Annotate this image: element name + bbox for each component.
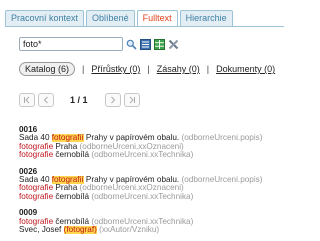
result-line: fotografie Praha (odborneUrceni.xxOznace…: [19, 184, 284, 192]
filter-separator: |: [82, 64, 85, 74]
field-source: (odborneUrceni.xxTechnika): [89, 217, 194, 226]
result-item[interactable]: 0009 fotografie černobílá (odborneUrceni.…: [19, 208, 284, 235]
previous-page-button[interactable]: [38, 93, 54, 107]
matched-term: fotografie: [19, 151, 54, 160]
result-line: fotografie černobílá (odborneUrceni.xxTe…: [19, 151, 284, 159]
tab-hierarchie[interactable]: Hierarchie: [179, 10, 233, 26]
result-text: Sada 40: [19, 176, 52, 185]
matched-term: fotografie: [19, 217, 54, 226]
highlighted-match: fotografií: [51, 176, 84, 185]
result-id[interactable]: 0009: [19, 208, 284, 217]
search-toolbar: [126, 38, 179, 50]
matched-term: fotografie: [19, 142, 54, 151]
filter-separator: |: [147, 64, 150, 74]
matched-term: fotografie: [19, 184, 54, 193]
page-info: 1 / 1: [70, 95, 88, 105]
highlighted-match: fotografií: [51, 134, 84, 143]
list-icon[interactable]: [140, 38, 151, 50]
result-line: Švec, Josef (fotograf) (xxAutor/Vzniku): [19, 226, 284, 235]
first-page-icon: [24, 96, 30, 104]
field-source: (odborneUrceni.popis): [179, 134, 263, 143]
result-line: Sada 40 fotografií Prahy v papírovém oba…: [19, 176, 284, 185]
clear-icon[interactable]: [168, 39, 179, 50]
filter-zasahy[interactable]: Zásahy (0): [157, 64, 200, 74]
result-text: černobílá: [53, 151, 90, 160]
result-text: černobílá: [53, 192, 90, 201]
filter-dokumenty[interactable]: Dokumenty (0): [216, 64, 275, 74]
field-source: (odborneUrceni.xxOznaceni): [77, 184, 184, 193]
results-list: 0016 Sada 40 fotografií Prahy v papírovém…: [19, 125, 284, 241]
result-line: fotografie černobílá (odborneUrceni.xxTe…: [19, 218, 284, 226]
pager: 1 / 1: [19, 93, 143, 107]
field-source: (odborneUrceni.xxTechnika): [89, 151, 194, 160]
field-source: (odborneUrceni.xxTechnika): [89, 192, 194, 201]
field-source: (odborneUrceni.xxOznaceni): [77, 142, 184, 151]
first-page-button[interactable]: [19, 93, 35, 107]
matched-term: fotografie: [19, 192, 54, 201]
next-page-button[interactable]: [104, 93, 121, 107]
last-page-icon: [129, 96, 135, 104]
filter-katalog[interactable]: Katalog (6): [19, 62, 76, 76]
search-icon[interactable]: [126, 39, 137, 50]
result-text: Sada 40: [19, 134, 52, 143]
chevron-right-icon: [110, 96, 115, 104]
result-item[interactable]: 0026 Sada 40 fotografií Prahy v papírovém…: [19, 167, 284, 202]
search-input[interactable]: [19, 37, 123, 51]
last-page-button[interactable]: [123, 93, 140, 107]
filter-separator: |: [206, 64, 210, 74]
tab-bar: Pracovní kontext Oblíbené Fulltext Hiera…: [5, 10, 233, 27]
tab-divider: [5, 26, 284, 27]
result-text: Prahy v papírovém obalu.: [83, 176, 180, 185]
search-row: [19, 37, 179, 51]
result-item[interactable]: 0016 Sada 40 fotografií Prahy v papírovém…: [19, 125, 284, 160]
result-text: Praha: [53, 142, 78, 151]
result-text: černobílá: [53, 217, 90, 226]
tab-pracovni-kontext[interactable]: Pracovní kontext: [5, 10, 85, 26]
result-filters: Katalog (6) | Přírůstky (0) | Zásahy (0)…: [19, 62, 275, 76]
result-line: fotografie Praha (odborneUrceni.xxOznace…: [19, 143, 284, 151]
field-source: (xxAutor/Vzniku): [96, 226, 160, 235]
tab-oblibene[interactable]: Oblíbené: [86, 10, 135, 26]
result-line: Sada 40 fotografií Prahy v papírovém oba…: [19, 134, 284, 143]
field-source: (odborneUrceni.popis): [179, 176, 263, 185]
highlighted-match: (fotograf): [63, 226, 97, 235]
chevron-left-icon: [43, 96, 48, 104]
tab-fulltext[interactable]: Fulltext: [136, 10, 178, 27]
grid-icon[interactable]: [154, 38, 165, 50]
result-line: fotografie černobílá (odborneUrceni.xxTe…: [19, 193, 284, 201]
result-text: Prahy v papírovém obalu.: [83, 134, 180, 143]
filter-prirustky[interactable]: Přírůstky (0): [91, 64, 140, 74]
result-text: Praha: [53, 184, 78, 193]
result-id[interactable]: 0026: [19, 167, 284, 176]
result-id[interactable]: 0016: [19, 125, 284, 134]
result-text: Švec, Josef: [19, 226, 64, 235]
